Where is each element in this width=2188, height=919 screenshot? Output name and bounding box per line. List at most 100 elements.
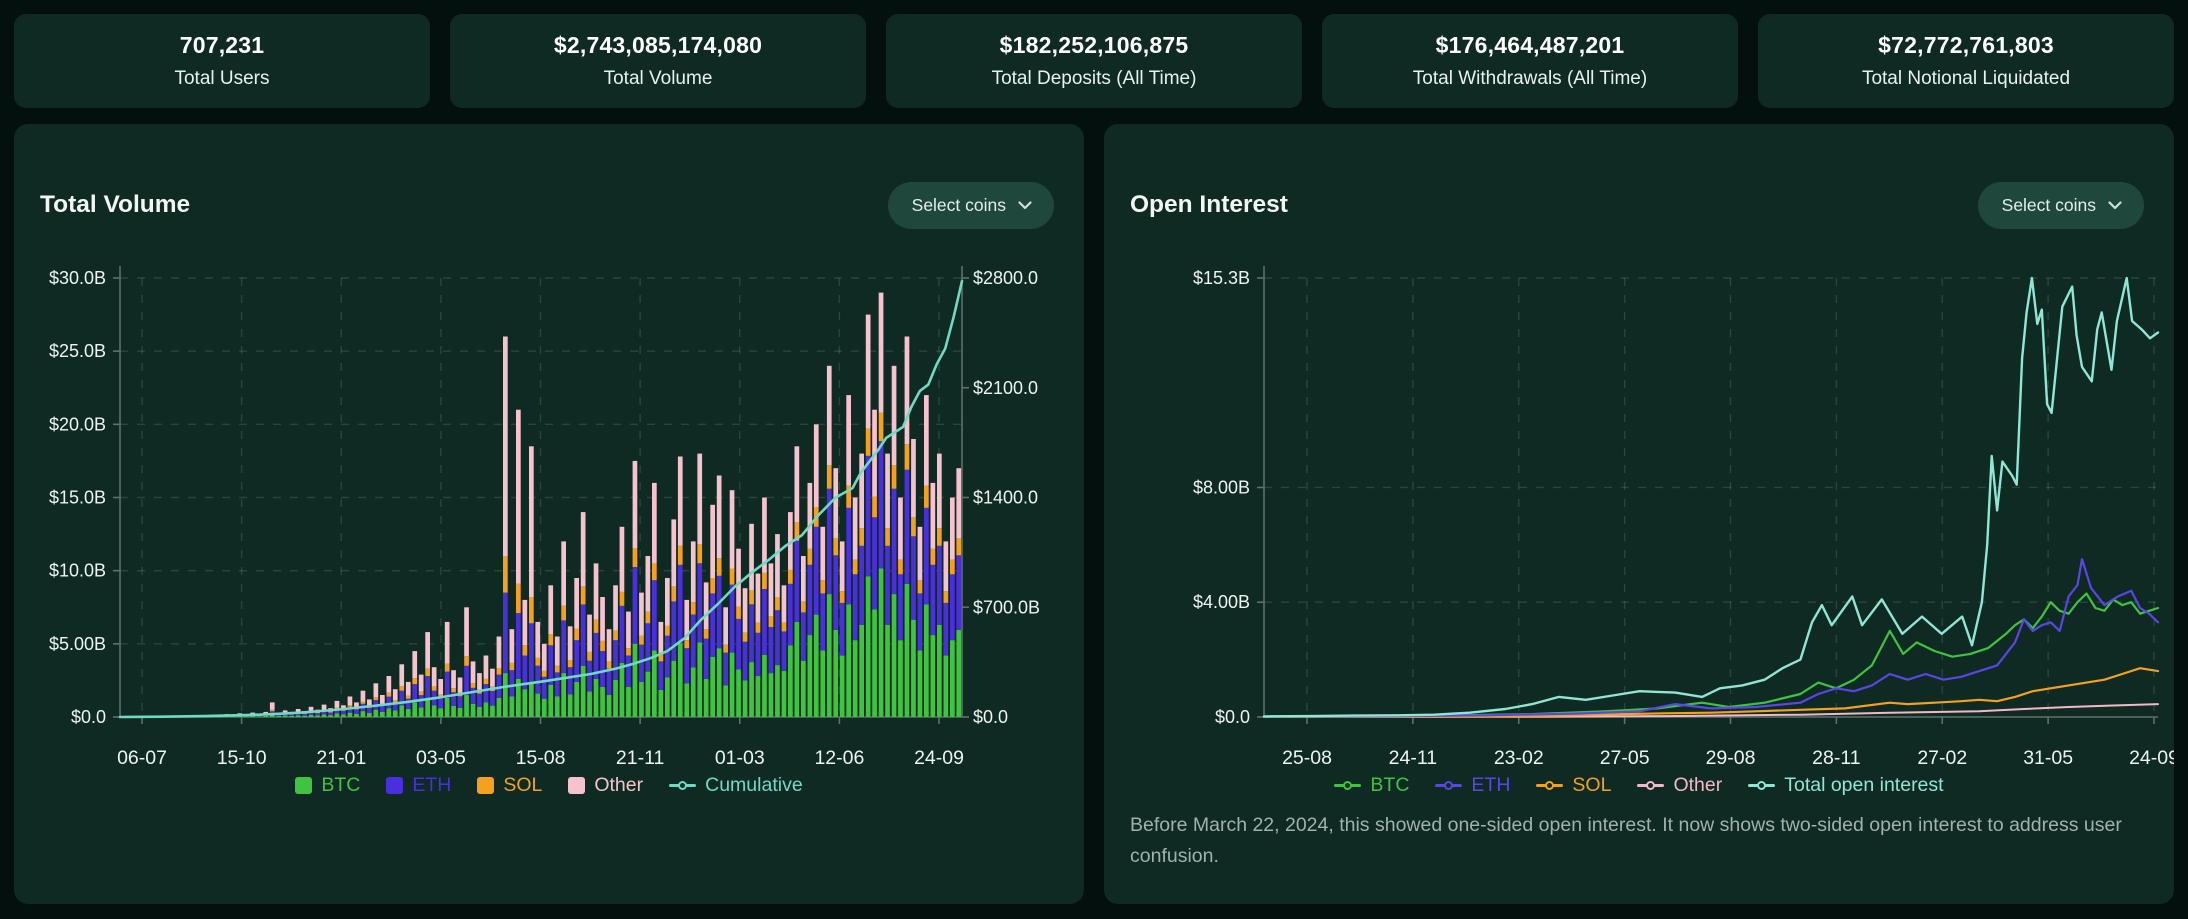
stat-card: $176,464,487,201 Total Withdrawals (All … xyxy=(1322,14,1738,108)
legend-label: Other xyxy=(1673,774,1723,796)
svg-text:$10.0B: $10.0B xyxy=(49,561,106,581)
legend-label: ETH xyxy=(1471,774,1511,796)
panel-header: Open Interest Select coins xyxy=(1130,180,2144,230)
legend-item-other[interactable]: Other xyxy=(568,774,643,797)
open-interest-panel: Open Interest Select coins $15.3B $8.00B $… xyxy=(1104,124,2174,904)
series-line-btc xyxy=(1262,592,2160,718)
svg-text:03-05: 03-05 xyxy=(416,747,466,769)
svg-text:$25.0B: $25.0B xyxy=(49,341,106,361)
stat-label: Total Volume xyxy=(603,68,713,89)
legend-label: BTC xyxy=(321,774,361,796)
legend-swatch-eth xyxy=(386,777,404,794)
svg-text:24-11: 24-11 xyxy=(1389,747,1437,769)
svg-text:27-05: 27-05 xyxy=(1600,747,1650,769)
dashboard: 707,231 Total Users $2,743,085,174,080 T… xyxy=(0,0,2188,919)
legend-swatch-cumulative xyxy=(669,779,697,792)
series-line-total-open-interest xyxy=(1262,276,2160,718)
svg-text:21-01: 21-01 xyxy=(316,747,366,769)
select-coins-label: Select coins xyxy=(2001,194,2096,215)
legend-item-btc[interactable]: BTC xyxy=(295,774,360,797)
stat-label: Total Users xyxy=(174,68,270,89)
open-interest-legend: BTC ETH SOL Other Total open interest xyxy=(1104,774,2174,797)
svg-text:25-08: 25-08 xyxy=(1282,747,1332,769)
svg-text:15-10: 15-10 xyxy=(217,747,267,769)
svg-text:$4.00B: $4.00B xyxy=(1193,592,1250,612)
svg-text:21-11: 21-11 xyxy=(616,747,664,769)
select-coins-button[interactable]: Select coins xyxy=(1977,181,2144,229)
volume-legend: BTC ETH SOL Other Cumulative xyxy=(14,774,1084,797)
legend-label: Other xyxy=(594,774,644,796)
stat-label: Total Deposits (All Time) xyxy=(991,68,1197,89)
legend-swatch-sol xyxy=(477,777,495,794)
legend-item-eth[interactable]: ETH xyxy=(1435,774,1510,797)
svg-text:$1400.0: $1400.0 xyxy=(973,488,1038,508)
stat-label: Total Withdrawals (All Time) xyxy=(1412,68,1648,89)
stat-card: 707,231 Total Users xyxy=(14,14,430,108)
select-coins-button[interactable]: Select coins xyxy=(887,181,1054,229)
panel-header: Total Volume Select coins xyxy=(40,180,1054,230)
panel-title: Open Interest xyxy=(1130,191,1288,218)
stat-value: $182,252,106,875 xyxy=(999,32,1189,58)
legend-label: SOL xyxy=(1572,774,1612,796)
chevron-down-icon xyxy=(2108,200,2122,209)
panel-title: Total Volume xyxy=(40,191,191,218)
svg-text:$2100.0: $2100.0 xyxy=(973,378,1038,398)
stat-value: $176,464,487,201 xyxy=(1435,32,1625,58)
svg-text:31-05: 31-05 xyxy=(2023,747,2073,769)
svg-text:01-03: 01-03 xyxy=(715,747,765,769)
svg-text:$700.0B: $700.0B xyxy=(973,597,1040,617)
svg-text:12-06: 12-06 xyxy=(814,747,864,769)
open-interest-note: Before March 22, 2024, this showed one-s… xyxy=(1130,814,2122,867)
svg-text:$30.0B: $30.0B xyxy=(49,268,106,288)
svg-text:29-08: 29-08 xyxy=(1706,747,1756,769)
legend-item-total-open-interest[interactable]: Total open interest xyxy=(1748,774,1944,797)
svg-text:$5.00B: $5.00B xyxy=(49,634,106,654)
svg-text:23-02: 23-02 xyxy=(1494,747,1544,769)
legend-swatch-total-open-interest xyxy=(1748,779,1776,792)
legend-item-sol[interactable]: SOL xyxy=(477,774,542,797)
svg-text:$0.0: $0.0 xyxy=(973,707,1008,727)
legend-item-sol[interactable]: SOL xyxy=(1536,774,1611,797)
stat-label: Total Notional Liquidated xyxy=(1861,68,2071,89)
legend-label: SOL xyxy=(503,774,543,796)
svg-text:$2800.0: $2800.0 xyxy=(973,268,1038,288)
svg-text:06-07: 06-07 xyxy=(117,747,167,769)
total-volume-panel: Total Volume Select coins $30.0B $25.0B $2… xyxy=(14,124,1084,904)
legend-label: ETH xyxy=(412,774,452,796)
svg-text:28-11: 28-11 xyxy=(1812,747,1860,769)
legend-item-other[interactable]: Other xyxy=(1637,774,1722,797)
legend-swatch-btc xyxy=(1334,779,1362,792)
legend-item-eth[interactable]: ETH xyxy=(386,774,451,797)
svg-text:$0.0: $0.0 xyxy=(71,707,106,727)
svg-text:$20.0B: $20.0B xyxy=(49,414,106,434)
svg-text:24-09: 24-09 xyxy=(2129,747,2174,769)
svg-text:24-09: 24-09 xyxy=(914,747,964,769)
select-coins-label: Select coins xyxy=(911,194,1006,215)
charts-row: Total Volume Select coins $30.0B $25.0B $2… xyxy=(14,124,2174,904)
legend-item-btc[interactable]: BTC xyxy=(1334,774,1409,797)
stat-card: $182,252,106,875 Total Deposits (All Tim… xyxy=(886,14,1302,108)
legend-label: Total open interest xyxy=(1784,774,1944,796)
stat-card: $72,772,761,803 Total Notional Liquidate… xyxy=(1758,14,2174,108)
svg-text:$0.0: $0.0 xyxy=(1215,707,1250,727)
legend-item-cumulative[interactable]: Cumulative xyxy=(669,774,803,797)
stats-row: 707,231 Total Users $2,743,085,174,080 T… xyxy=(14,14,2174,108)
legend-swatch-eth xyxy=(1435,779,1463,792)
legend-swatch-other xyxy=(568,777,586,794)
svg-text:15-08: 15-08 xyxy=(516,747,566,769)
legend-swatch-btc xyxy=(295,777,313,794)
svg-text:$15.3B: $15.3B xyxy=(1193,268,1250,288)
svg-text:$8.00B: $8.00B xyxy=(1193,477,1250,497)
svg-text:27-02: 27-02 xyxy=(1917,747,1967,769)
svg-text:$15.0B: $15.0B xyxy=(49,488,106,508)
axes xyxy=(1257,266,2158,724)
legend-label: BTC xyxy=(1370,774,1410,796)
legend-swatch-sol xyxy=(1536,779,1564,792)
chevron-down-icon xyxy=(1018,200,1032,209)
stat-value: $72,772,761,803 xyxy=(1878,32,2054,58)
legend-label: Cumulative xyxy=(705,774,803,796)
stat-card: $2,743,085,174,080 Total Volume xyxy=(450,14,866,108)
stat-value: 707,231 xyxy=(179,32,265,58)
stat-value: $2,743,085,174,080 xyxy=(553,32,763,58)
legend-swatch-other xyxy=(1637,779,1665,792)
